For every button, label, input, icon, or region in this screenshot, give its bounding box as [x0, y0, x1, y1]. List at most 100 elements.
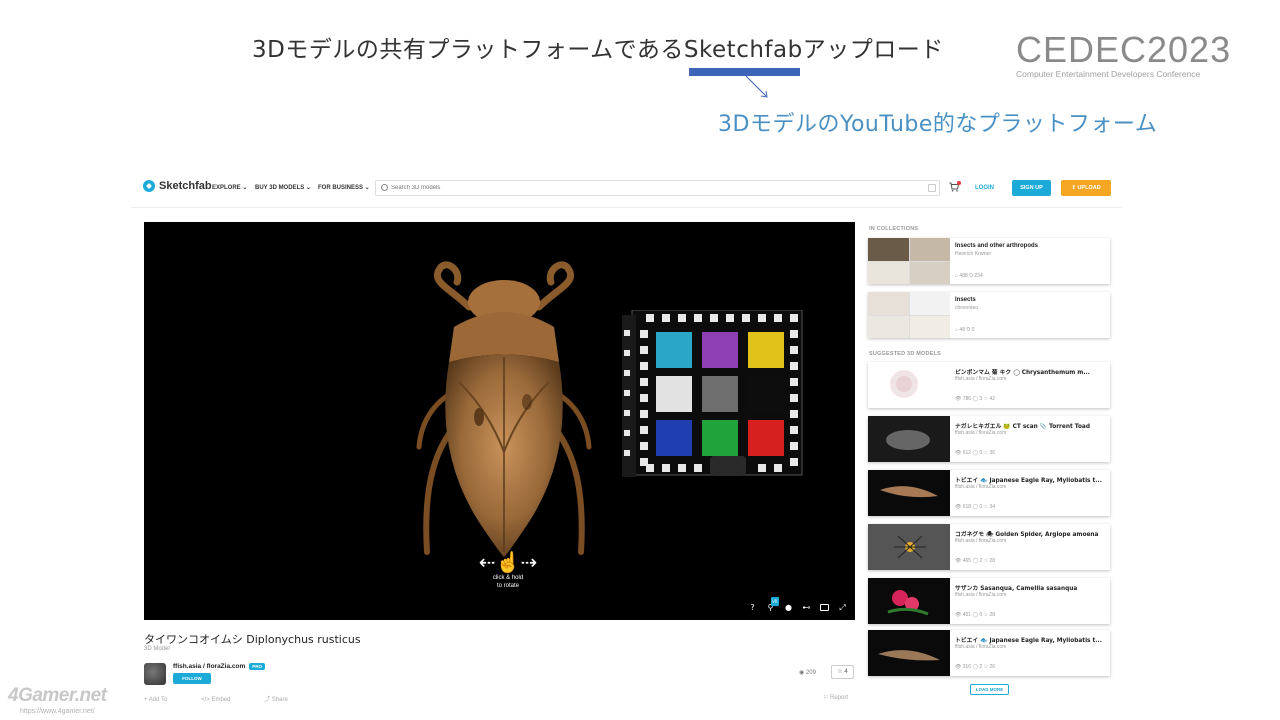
author-name[interactable]: ffish.asia / floraZia.com — [173, 663, 245, 670]
in-collections-heading: IN COLLECTIONS — [869, 226, 919, 232]
suggested-model-name: サザンカ Sasanqua, Camellia sasanqua — [955, 586, 1078, 592]
suggested-thumbnail — [868, 416, 950, 462]
collection-thumb — [909, 238, 950, 261]
suggested-model-author: ffish.asia / floraZia.com — [955, 592, 1007, 598]
pointer-arrow-icon — [745, 76, 768, 98]
login-link[interactable]: LOGIN — [975, 185, 994, 191]
suggested-model-author: ffish.asia / floraZia.com — [955, 376, 1007, 382]
search-filter-icon[interactable] — [928, 184, 936, 192]
rotate-hint-line1: click & hold — [492, 575, 524, 581]
suggested-model-card[interactable]: トビエイ 🐟 Japanese Eagle Ray, Myliobatis t.… — [868, 470, 1110, 516]
hand-pointer-icon: ⇠☝⇢ — [478, 552, 538, 574]
suggested-heading: SUGGESTED 3D MODELS — [869, 351, 941, 357]
collection-thumb — [868, 315, 909, 338]
collection-stats: ⌂ 48 ⅁ 0 — [955, 327, 975, 333]
collection-owner: chesonteo — [955, 305, 979, 311]
nav-for-business[interactable]: FOR BUSINESS ⌄ — [318, 184, 370, 191]
slide-title: 3Dモデルの共有プラットフォームであるSketchfabアップロード — [252, 37, 944, 63]
suggested-model-card[interactable]: ナガレヒキガエル 🐸 CT scan 📎 Torrent Toad ffish.… — [868, 416, 1110, 462]
like-button[interactable]: ☆ 4 — [831, 665, 854, 679]
collection-card[interactable]: Insects and other arthropods Heinrich Kr… — [868, 238, 1110, 284]
nav-explore[interactable]: EXPLORE ⌄ — [212, 184, 247, 191]
report-button[interactable]: ⚐ Report — [823, 694, 848, 701]
rotate-hint: ⇠☝⇢ click & hold to rotate — [478, 552, 538, 590]
suggested-model-name: トビエイ 🐟 Japanese Eagle Ray, Myliobatis t.… — [955, 478, 1102, 484]
gamepad-icon[interactable]: ⊷ — [802, 603, 811, 612]
collection-thumb — [868, 261, 909, 284]
eye-icon: ◉ — [799, 670, 806, 676]
sketchfab-logo[interactable]: Sketchfab — [143, 180, 212, 192]
suggested-thumbnail — [868, 578, 950, 624]
vr-icon[interactable]: ⚲ VR — [766, 597, 779, 612]
follow-button[interactable]: FOLLOW — [173, 673, 211, 684]
suggested-model-stats: 👁 451 ◯ 0 ☆ 28 — [955, 612, 996, 618]
suggested-thumbnail — [868, 362, 950, 408]
search-bar — [375, 180, 940, 196]
collection-thumb — [909, 292, 950, 315]
suggested-model-stats: 👁 465 ◯ 2 ☆ 28 — [955, 558, 996, 564]
avatar[interactable] — [144, 663, 166, 685]
title-highlight-bar — [689, 68, 800, 76]
help-icon[interactable]: ? — [748, 603, 757, 612]
suggested-model-stats: 👁 612 ◯ 0 ☆ 36 — [955, 450, 996, 456]
water-bug-model[interactable] — [399, 252, 609, 592]
collection-card[interactable]: Insects chesonteo ⌂ 48 ⅁ 0 — [868, 292, 1110, 338]
like-count: 4 — [844, 669, 848, 675]
4gamer-url: https://www.4gamer.net/ — [20, 708, 95, 715]
add-to-button[interactable]: + Add To — [144, 697, 183, 703]
model-title: タイワンコオイムシ Diplonychus rusticus — [144, 633, 361, 646]
suggested-model-author: ffish.asia / floraZia.com — [955, 484, 1007, 490]
suggested-model-card[interactable]: トビエイ 🐟 Japanese Eagle Ray, Myliobatis t.… — [868, 630, 1110, 676]
fullscreen-icon[interactable]: ⤢ — [838, 603, 847, 612]
embed-label: Embed — [211, 697, 231, 703]
author-info: ffish.asia / floraZia.com PRO — [173, 663, 266, 670]
suggested-model-name: ナガレヒキガエル 🐸 CT scan 📎 Torrent Toad — [955, 424, 1090, 430]
settings-icon[interactable]: ● — [784, 603, 793, 612]
embed-button[interactable]: </> Embed — [201, 697, 246, 703]
suggested-model-card[interactable]: サザンカ Sasanqua, Camellia sasanqua ffish.a… — [868, 578, 1110, 624]
sketchfab-page: Sketchfab EXPLORE ⌄ BUY 3D MODELS ⌄ FOR … — [131, 168, 1122, 720]
suggested-model-card[interactable]: コガネグモ 🕷 Golden Spider, Argiope amoena ff… — [868, 524, 1110, 570]
nav-buy-3d-models[interactable]: BUY 3D MODELS ⌄ — [255, 184, 311, 191]
model-viewer[interactable]: ⇠☝⇢ click & hold to rotate ? ⚲ VR ● ⊷ ⤢ — [144, 222, 855, 620]
collection-name: Insects — [955, 297, 976, 303]
suggested-model-card[interactable]: ピンポンマム 菊 キク ◯ Chrysanthemum m... ffish.a… — [868, 362, 1110, 408]
collection-thumb — [868, 238, 909, 261]
load-more-button[interactable]: LOAD MORE — [970, 684, 1009, 695]
vr-badge: VR — [771, 597, 779, 606]
view-count-value: 209 — [805, 670, 816, 676]
pro-badge: PRO — [249, 663, 266, 670]
add-to-label: Add To — [148, 697, 168, 703]
suggested-model-stats: 👁 786 ◯ 3 ☆ 42 — [955, 396, 996, 402]
suggested-model-name: ピンポンマム 菊 キク ◯ Chrysanthemum m... — [955, 370, 1090, 376]
image-icon[interactable] — [820, 604, 829, 611]
upload-button[interactable]: ⇪ UPLOAD — [1061, 180, 1111, 196]
sketchfab-brand: Sketchfab — [159, 180, 212, 192]
color-calibration-cube — [622, 310, 803, 477]
collection-name: Insects and other arthropods — [955, 243, 1039, 249]
suggested-thumbnail — [868, 630, 950, 676]
search-input[interactable] — [391, 182, 921, 194]
viewer-controls: ? ⚲ VR ● ⊷ ⤢ — [748, 597, 847, 612]
suggested-model-author: ffish.asia / floraZia.com — [955, 538, 1007, 544]
model-type: 3D Model — [144, 646, 170, 652]
suggested-model-stats: 👁 316 ◯ 2 ☆ 26 — [955, 664, 996, 670]
suggested-model-name: トビエイ 🐟 Japanese Eagle Ray, Myliobatis t.… — [955, 638, 1102, 644]
share-label: Share — [271, 697, 288, 703]
suggested-model-author: ffish.asia / floraZia.com — [955, 430, 1007, 436]
signup-button[interactable]: SIGN UP — [1012, 180, 1051, 196]
rotate-hint-line2: to rotate — [496, 583, 519, 589]
share-button[interactable]: ⤴ Share — [264, 697, 304, 703]
collection-thumb — [868, 292, 909, 315]
model-actions: + Add To </> Embed ⤴ Share — [144, 694, 320, 703]
collection-thumb — [909, 315, 950, 338]
suggested-thumbnail — [868, 470, 950, 516]
cedec-logo-text: CEDEC2023 — [1016, 29, 1232, 70]
cedec-tagline: Computer Entertainment Developers Confer… — [1016, 69, 1201, 79]
suggested-model-name: コガネグモ 🕷 Golden Spider, Argiope amoena — [955, 532, 1099, 538]
upload-label: UPLOAD — [1077, 185, 1101, 191]
suggested-thumbnail — [868, 524, 950, 570]
suggested-model-stats: 👁 618 ◯ 0 ☆ 34 — [955, 504, 996, 510]
report-label: Report — [830, 695, 849, 701]
sketchfab-logo-icon — [143, 180, 155, 192]
